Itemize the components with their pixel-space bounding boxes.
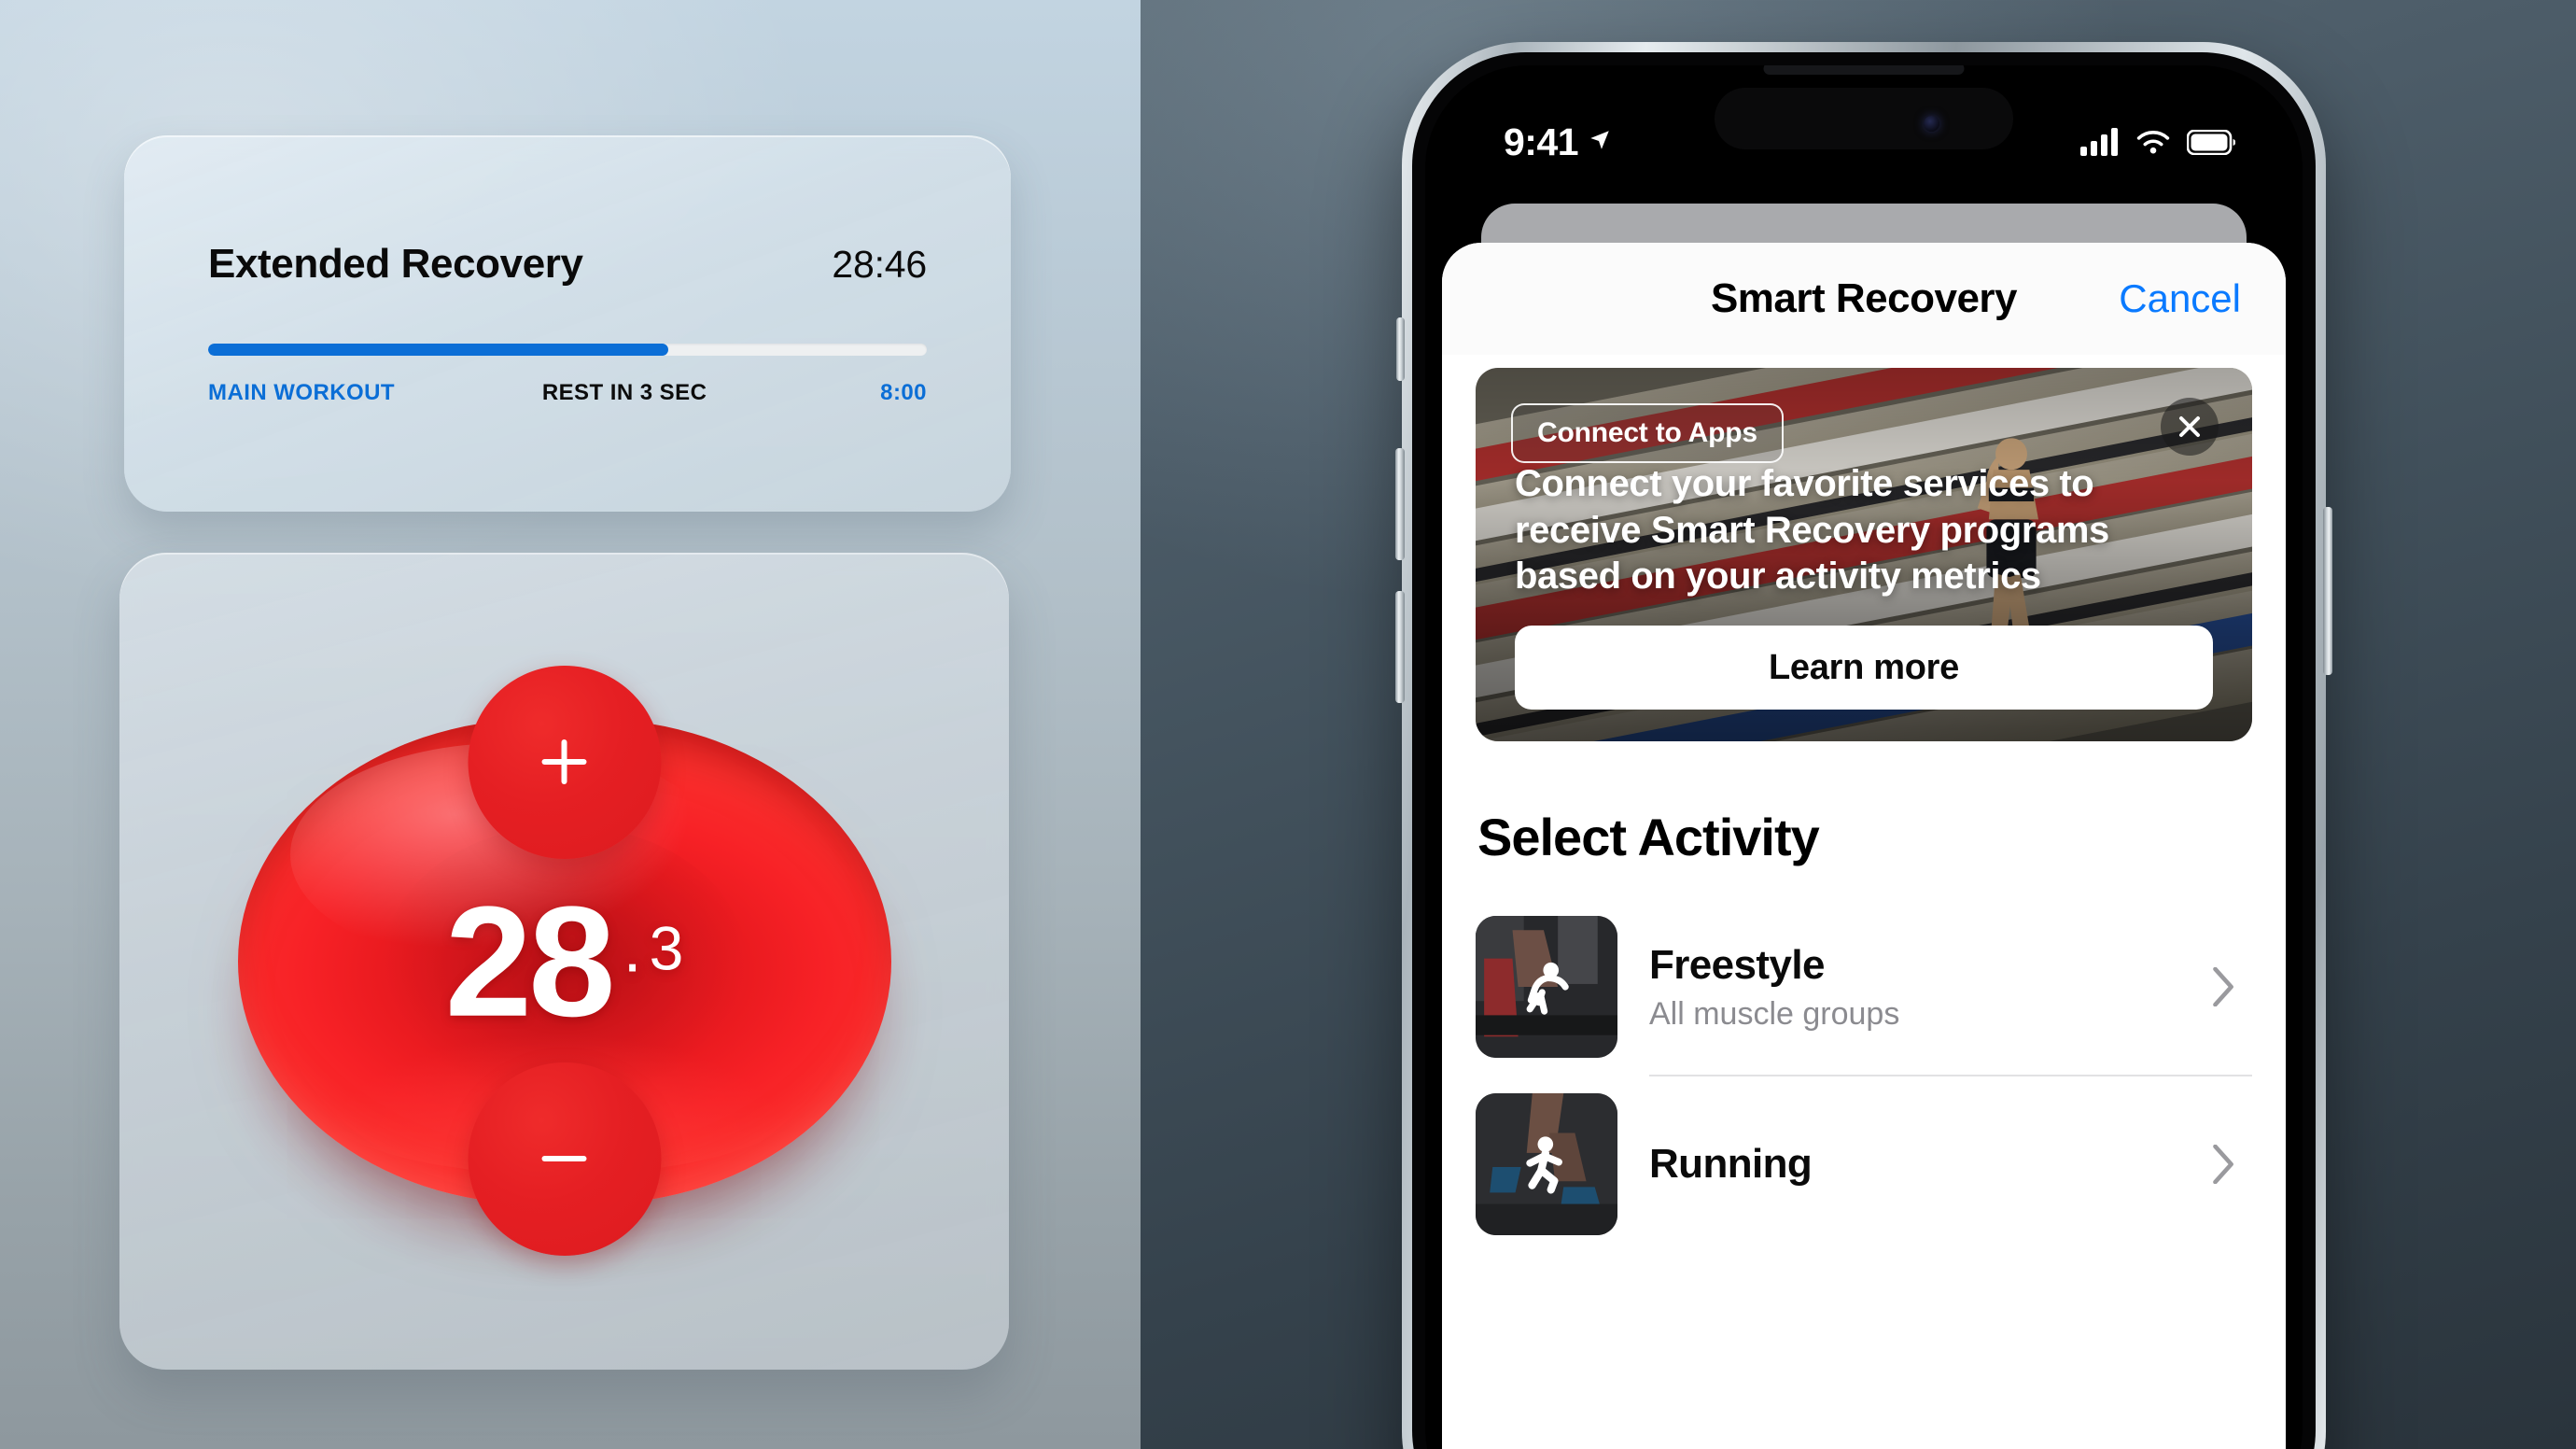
learn-more-button[interactable]: Learn more (1515, 626, 2213, 710)
promo-headline: Connect your favorite services to receiv… (1515, 463, 2109, 597)
freestyle-thumbnail (1476, 916, 1617, 1058)
cellular-bars-icon (2080, 128, 2118, 156)
legend-remaining-time: 8:00 (880, 380, 927, 405)
sheet-title: Smart Recovery (1710, 275, 2018, 321)
volume-down-button[interactable] (1395, 591, 1405, 703)
counter-integer: 28 (444, 873, 616, 1049)
counter-decimal: 3 (649, 913, 684, 983)
connect-apps-promo-card[interactable]: Connect to Apps Connect your favorite se… (1476, 368, 2252, 741)
workout-progress-fill (208, 344, 668, 356)
status-bar-right (2080, 128, 2235, 156)
volume-up-button[interactable] (1395, 448, 1405, 560)
connect-to-apps-badge[interactable]: Connect to Apps (1511, 403, 1784, 463)
legend-rest-countdown: REST IN 3 SEC (541, 380, 707, 405)
running-figure-icon (1526, 1136, 1562, 1194)
timer-elapsed-time: 28:46 (832, 243, 927, 286)
weight-counter-card: 28 · 3 (119, 553, 1009, 1370)
smart-recovery-sheet: Smart Recovery Cancel Connect to Apps Co… (1442, 243, 2286, 1449)
silent-switch-button[interactable] (1396, 317, 1405, 381)
workout-progress-bar[interactable] (208, 344, 927, 356)
timer-title: Extended Recovery (208, 241, 583, 287)
plus-icon (541, 739, 587, 784)
legend-phase-label: MAIN WORKOUT (208, 380, 396, 405)
promo-close-button[interactable] (2161, 398, 2219, 456)
stretching-figure-icon (1526, 962, 1569, 1015)
decrement-button[interactable] (468, 1062, 661, 1256)
activity-subtitle: All muscle groups (1649, 995, 1900, 1032)
status-bar-left: 9:41 (1504, 120, 1612, 164)
running-thumbnail (1476, 1093, 1617, 1235)
counter-value-display: 28 · 3 (444, 873, 684, 1049)
left-showcase-panel: Extended Recovery 28:46 MAIN WORKOUT RES… (0, 0, 1141, 1449)
status-bar-clock: 9:41 (1504, 120, 1579, 163)
minus-icon (541, 1136, 587, 1181)
screenshot-stage: Extended Recovery 28:46 MAIN WORKOUT RES… (0, 0, 2576, 1449)
wifi-icon (2136, 131, 2170, 154)
chevron-right-icon (2213, 1145, 2233, 1184)
activity-row-freestyle[interactable]: Freestyle All muscle groups (1476, 899, 2252, 1075)
timer-legend: MAIN WORKOUT REST IN 3 SEC 8:00 (208, 380, 927, 406)
location-arrow-icon (1590, 131, 1609, 149)
sheet-body: Connect to Apps Connect your favorite se… (1442, 368, 2286, 1252)
freestyle-text: Freestyle All muscle groups (1649, 942, 2181, 1033)
sheet-header: Smart Recovery Cancel (1442, 243, 2286, 355)
status-bar: 9:41 (1425, 65, 2303, 185)
select-activity-heading: Select Activity (1477, 808, 1820, 866)
counter-blob-wrap: 28 · 3 (237, 665, 891, 1256)
iphone-device: 9:41 Smart Recovery Cancel Connect to Ap… (1395, 42, 2332, 1449)
running-text: Running (1649, 1141, 2181, 1188)
power-button[interactable] (2323, 507, 2332, 675)
battery-full-icon (2187, 129, 2235, 155)
timer-header: Extended Recovery 28:46 (208, 241, 927, 288)
activity-row-running[interactable]: Running (1476, 1076, 2252, 1252)
counter-decimal-separator: · (621, 926, 644, 1002)
cancel-button[interactable]: Cancel (2119, 276, 2241, 321)
increment-button[interactable] (468, 665, 661, 859)
phone-screen: 9:41 Smart Recovery Cancel Connect to Ap… (1425, 65, 2303, 1449)
extended-recovery-timer-card[interactable]: Extended Recovery 28:46 MAIN WORKOUT RES… (124, 135, 1011, 512)
activity-name: Running (1649, 1141, 1813, 1187)
activity-name: Freestyle (1649, 941, 1825, 988)
chevron-right-icon (2213, 967, 2233, 1006)
close-icon (2179, 416, 2200, 437)
